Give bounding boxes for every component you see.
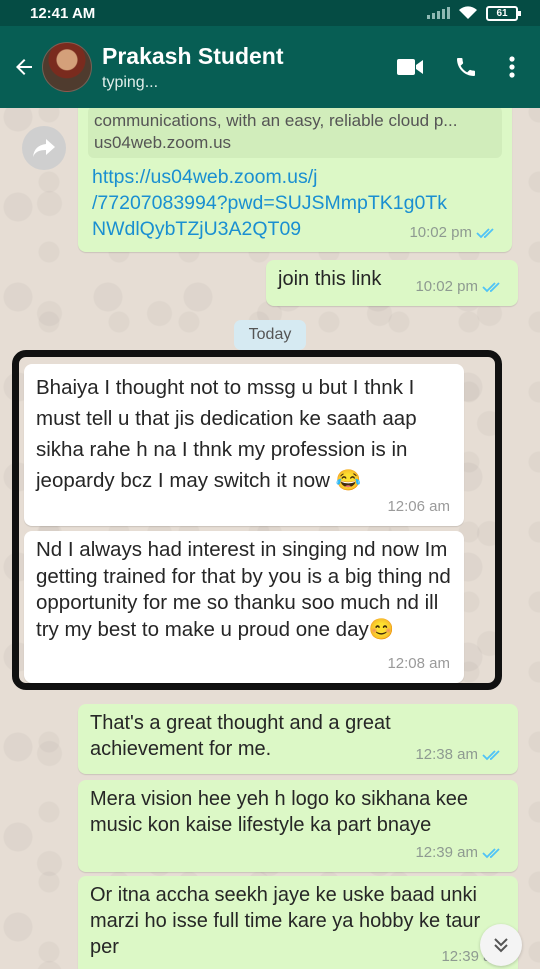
status-icons: 61 [427,5,521,21]
message-text: Bhaiya I thought not to mssg u but I thn… [36,376,417,492]
battery-level: 61 [496,7,508,19]
message-time: 12:38 am [415,746,478,763]
message-bubble[interactable]: Bhaiya I thought not to mssg u but I thn… [24,364,464,526]
link-preview-domain: us04web.zoom.us [94,133,232,152]
message-time: 12:06 am [387,498,450,515]
message-meta: 10:02 pm [409,220,498,246]
date-chip: Today [234,320,306,350]
message-bubble[interactable]: join this link 10:02 pm [266,260,518,306]
message-bubble[interactable]: Mera vision hee yeh h logo ko sikhana ke… [78,780,518,872]
message-bubble[interactable]: Or itna accha seekh jaye ke uske baad un… [78,876,518,969]
battery-icon: 61 [486,5,521,21]
forward-button[interactable] [22,126,66,170]
double-check-icon [482,848,500,859]
message-time: 10:02 pm [409,224,472,241]
more-vert-icon[interactable] [508,55,516,79]
phone-icon[interactable] [454,55,478,79]
message-text: Nd I always had interest in singing nd n… [36,538,451,641]
link-preview-description: communications, with an easy, reliable c… [94,111,458,130]
message-bubble[interactable]: Nd I always had interest in singing nd n… [24,531,464,683]
message-time: 10:02 pm [415,278,478,295]
header-actions [396,55,516,79]
message-meta: 12:08 am [387,651,450,677]
scroll-down-button[interactable] [480,924,522,966]
signal-icon [427,7,450,19]
message-meta: 12:39 am [415,840,504,866]
message-meta: 10:02 pm [415,274,504,300]
double-check-icon [482,750,500,761]
avatar[interactable] [42,42,92,92]
contact-status: typing... [102,74,159,91]
message-bubble[interactable]: That's a great thought and a great achie… [78,704,518,774]
link-preview[interactable]: communications, with an easy, reliable c… [88,108,502,158]
double-check-icon [476,228,494,239]
back-arrow-icon [16,59,32,75]
back-button[interactable] [6,55,42,79]
message-text: join this link [278,268,382,290]
chat-header: Prakash Student typing... [0,26,540,108]
double-check-icon [482,282,500,293]
status-bar: 12:41 AM 61 [0,0,540,26]
link-line: https://us04web.zoom.us/j [92,166,318,188]
link-line: /77207083994?pwd=SUJSMmpTK1g0Tk [92,192,448,214]
forward-icon [33,139,55,157]
video-call-icon[interactable] [396,57,424,77]
scroll-down-icon [494,938,508,953]
message-time: 12:08 am [387,655,450,672]
contact-info[interactable]: Prakash Student typing... [102,42,396,92]
message-bubble-link[interactable]: communications, with an easy, reliable c… [78,108,512,252]
status-time: 12:41 AM [30,4,96,22]
message-time: 12:39 am [415,844,478,861]
message-meta: 12:38 am [415,742,504,768]
contact-name: Prakash Student [102,43,284,69]
chat-area[interactable]: communications, with an easy, reliable c… [0,108,540,969]
message-text: Mera vision hee yeh h logo ko sikhana ke… [90,788,469,836]
wifi-icon [459,6,477,20]
message-meta: 12:06 am [387,494,450,520]
